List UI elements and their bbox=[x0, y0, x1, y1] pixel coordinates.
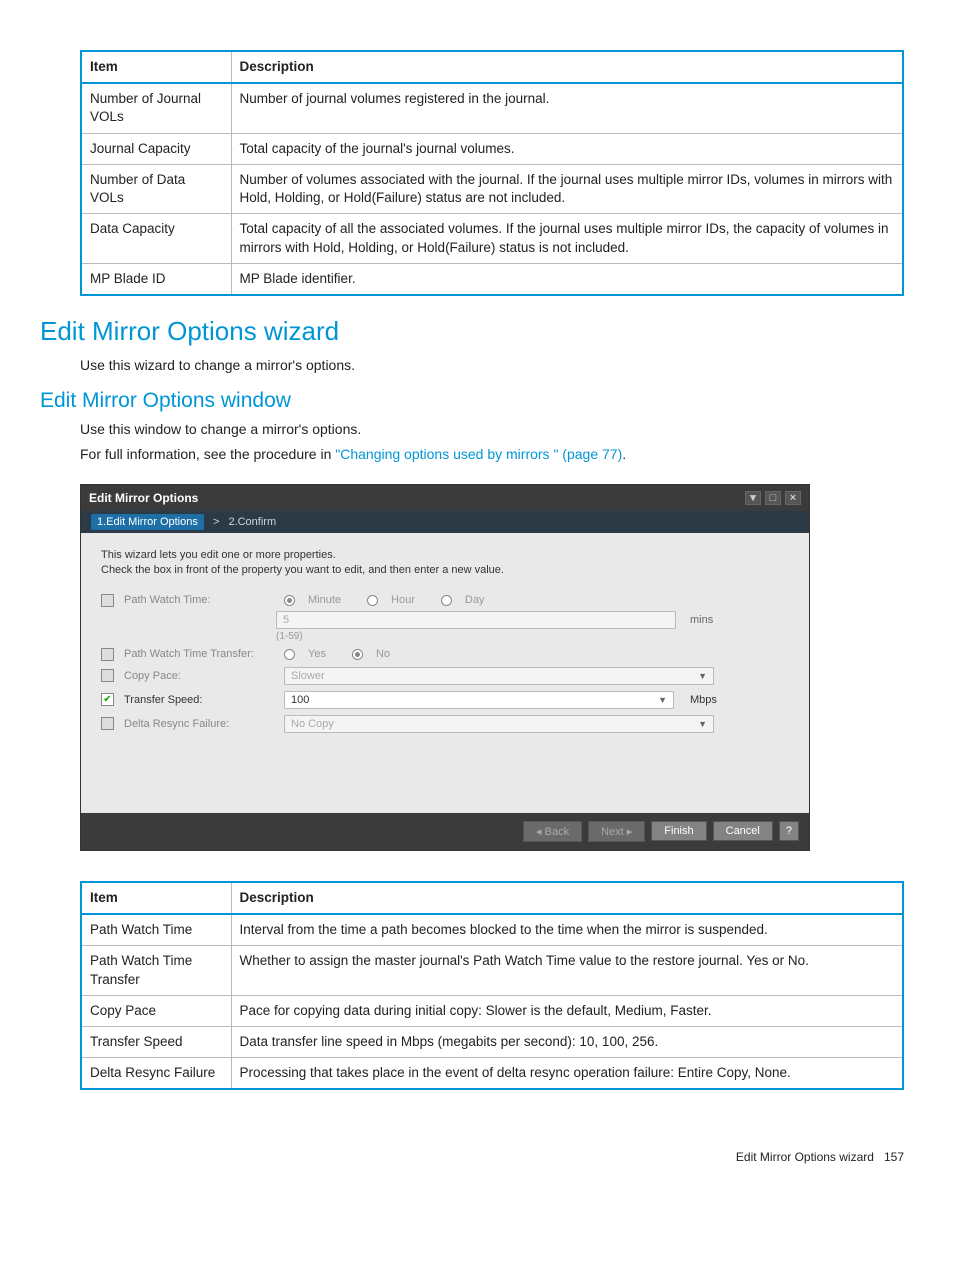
col-desc: Description bbox=[231, 51, 903, 83]
col-desc: Description bbox=[231, 882, 903, 914]
dialog-titlebar: Edit Mirror Options ▾ □ × bbox=[81, 485, 809, 511]
edit-mirror-options-dialog: Edit Mirror Options ▾ □ × 1.Edit Mirror … bbox=[80, 484, 810, 851]
label-path-watch-time: Path Watch Time: bbox=[124, 594, 274, 606]
table-row: Path Watch Time TransferWhether to assig… bbox=[81, 946, 903, 995]
select-copy-pace[interactable]: Slower ▼ bbox=[284, 667, 714, 685]
dialog-title: Edit Mirror Options bbox=[89, 491, 198, 505]
checkbox-delta-resync[interactable] bbox=[101, 717, 114, 730]
step-1[interactable]: 1.Edit Mirror Options bbox=[91, 514, 204, 530]
label-transfer-speed: Transfer Speed: bbox=[124, 694, 274, 706]
help-button[interactable]: ? bbox=[779, 821, 799, 841]
filter-icon[interactable]: ▾ bbox=[745, 491, 761, 505]
table-row: Number of Data VOLsNumber of volumes ass… bbox=[81, 164, 903, 213]
chevron-down-icon: ▼ bbox=[698, 671, 707, 681]
close-icon[interactable]: × bbox=[785, 491, 801, 505]
checkbox-path-watch-time[interactable] bbox=[101, 594, 114, 607]
col-item: Item bbox=[81, 882, 231, 914]
window-intro-1: Use this window to change a mirror's opt… bbox=[80, 419, 904, 439]
page-footer: Edit Mirror Options wizard 157 bbox=[0, 1150, 904, 1164]
mirror-options-table: Item Description Path Watch TimeInterval… bbox=[80, 881, 904, 1091]
link-changing-options[interactable]: "Changing options used by mirrors " (pag… bbox=[335, 446, 622, 462]
table-row: Number of Journal VOLsNumber of journal … bbox=[81, 83, 903, 133]
wizard-intro-line1: This wizard lets you edit one or more pr… bbox=[101, 549, 789, 561]
wizard-intro: Use this wizard to change a mirror's opt… bbox=[80, 355, 904, 375]
select-delta-resync[interactable]: No Copy ▼ bbox=[284, 715, 714, 733]
wizard-intro-line2: Check the box in front of the property y… bbox=[101, 564, 789, 576]
table-row: Journal CapacityTotal capacity of the jo… bbox=[81, 133, 903, 164]
radio-hour[interactable] bbox=[367, 595, 378, 606]
label-pwt-transfer: Path Watch Time Transfer: bbox=[124, 648, 274, 660]
wizard-footer: ◂ Back Next ▸ Finish Cancel ? bbox=[81, 813, 809, 850]
journal-props-table: Item Description Number of Journal VOLsN… bbox=[80, 50, 904, 296]
input-path-watch-time-value[interactable]: 5 bbox=[276, 611, 676, 629]
back-button[interactable]: ◂ Back bbox=[523, 821, 582, 842]
heading-wizard: Edit Mirror Options wizard bbox=[40, 316, 904, 347]
radio-minute[interactable] bbox=[284, 595, 295, 606]
label-copy-pace: Copy Pace: bbox=[124, 670, 274, 682]
label-delta-resync: Delta Resync Failure: bbox=[124, 718, 274, 730]
chevron-down-icon: ▼ bbox=[698, 719, 707, 729]
checkbox-copy-pace[interactable] bbox=[101, 669, 114, 682]
table-row: Copy PacePace for copying data during in… bbox=[81, 995, 903, 1026]
checkbox-pwt-transfer[interactable] bbox=[101, 648, 114, 661]
table-row: Data CapacityTotal capacity of all the a… bbox=[81, 214, 903, 263]
radio-day[interactable] bbox=[441, 595, 452, 606]
window-intro-2: For full information, see the procedure … bbox=[80, 444, 904, 464]
wizard-steps: 1.Edit Mirror Options > 2.Confirm bbox=[81, 511, 809, 533]
table-row: Transfer SpeedData transfer line speed i… bbox=[81, 1026, 903, 1057]
finish-button[interactable]: Finish bbox=[651, 821, 706, 841]
table-row: Delta Resync FailureProcessing that take… bbox=[81, 1058, 903, 1090]
next-button[interactable]: Next ▸ bbox=[588, 821, 645, 842]
heading-window: Edit Mirror Options window bbox=[40, 389, 904, 413]
radio-yes[interactable] bbox=[284, 649, 295, 660]
hint-pwt-range: (1-59) bbox=[276, 631, 303, 642]
table-row: Path Watch TimeInterval from the time a … bbox=[81, 914, 903, 946]
maximize-icon[interactable]: □ bbox=[765, 491, 781, 505]
radio-no[interactable] bbox=[352, 649, 363, 660]
col-item: Item bbox=[81, 51, 231, 83]
cancel-button[interactable]: Cancel bbox=[713, 821, 773, 841]
checkbox-transfer-speed[interactable]: ✔ bbox=[101, 693, 114, 706]
select-transfer-speed[interactable]: 100 ▼ bbox=[284, 691, 674, 709]
table-row: MP Blade IDMP Blade identifier. bbox=[81, 263, 903, 295]
step-2: 2.Confirm bbox=[228, 516, 276, 528]
chevron-down-icon: ▼ bbox=[658, 695, 667, 705]
